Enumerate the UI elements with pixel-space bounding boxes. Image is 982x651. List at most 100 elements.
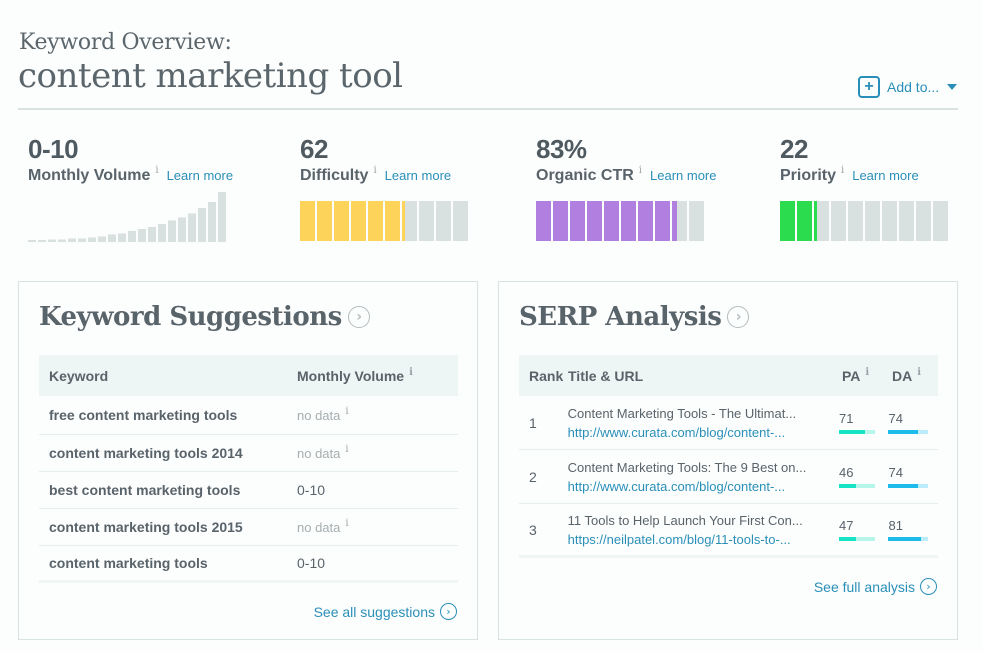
keyword-suggestions-title[interactable]: Keyword Suggestions ›	[39, 302, 370, 332]
rank-cell: 1	[529, 414, 537, 431]
learn-more-link[interactable]: Learn more	[385, 168, 451, 183]
table-row[interactable]: best content marketing tools 0-10	[39, 472, 458, 509]
da-bar	[888, 484, 929, 488]
meter-segment	[317, 201, 332, 241]
info-icon[interactable]: i	[345, 406, 348, 417]
meter-segment	[570, 201, 585, 241]
column-header-da: DA i	[892, 367, 938, 384]
da-value: 74	[888, 465, 903, 480]
result-url-link[interactable]: http://www.curata.com/blog/content-...	[568, 423, 839, 442]
volume-cell: no data i	[287, 406, 349, 423]
volume-trend-bar	[58, 239, 66, 242]
keyword-cell[interactable]: content marketing tools 2014	[39, 445, 287, 461]
keyword-cell[interactable]: free content marketing tools	[39, 407, 287, 423]
info-icon[interactable]: i	[841, 165, 844, 176]
volume-trend-bar	[118, 233, 126, 242]
meter-segment	[385, 201, 400, 241]
see-all-suggestions-link[interactable]: See all suggestions ›	[314, 603, 457, 620]
info-icon[interactable]: i	[917, 367, 921, 378]
column-header-pa: PA i	[842, 367, 892, 384]
da-cell: 74	[888, 465, 938, 488]
info-icon[interactable]: i	[155, 165, 158, 176]
volume-trend-bar	[148, 227, 156, 242]
da-bar-fill	[888, 484, 919, 488]
meter-segment	[402, 201, 417, 241]
volume-trend-bar	[78, 238, 86, 242]
meter-segment	[300, 201, 315, 241]
result-url-link[interactable]: https://neilpatel.com/blog/11-tools-to-.…	[568, 530, 839, 549]
pa-bar-fill	[838, 430, 865, 434]
add-to-label: Add to...	[887, 79, 940, 95]
meter-segment	[933, 201, 948, 241]
pa-bar	[838, 537, 875, 541]
column-header-label: PA	[842, 367, 861, 384]
meter-segment-fill	[351, 201, 366, 241]
info-icon[interactable]: i	[373, 165, 376, 176]
info-icon[interactable]: i	[345, 444, 348, 455]
volume-value: 0-10	[297, 482, 326, 498]
meter-segment-fill	[780, 201, 795, 241]
volume-trend-bar	[208, 202, 216, 242]
link-label: See all suggestions	[313, 603, 435, 620]
meter-segment	[899, 201, 914, 241]
meter-segment-fill	[797, 201, 812, 241]
see-full-analysis-link[interactable]: See full analysis ›	[814, 578, 937, 595]
serp-analysis-title[interactable]: SERP Analysis ›	[519, 302, 750, 332]
info-icon[interactable]: i	[865, 367, 869, 378]
pa-value: 46	[838, 465, 854, 480]
chevron-right-circle-icon[interactable]: ›	[727, 306, 750, 328]
meter-segment	[780, 201, 795, 241]
meter-segment	[453, 201, 468, 241]
meter-segment	[587, 201, 602, 241]
meter-segment	[334, 201, 349, 241]
table-row[interactable]: content marketing tools 2014 no data i	[39, 435, 458, 472]
add-to-button[interactable]: + Add to...	[858, 76, 958, 98]
table-row[interactable]: content marketing tools 2015 no data i	[39, 509, 458, 546]
title-url-cell: 11 Tools to Help Launch Your First Con..…	[568, 511, 839, 549]
meter-segment	[797, 201, 812, 241]
keyword-suggestions-panel: Keyword Suggestions › Keyword Monthly Vo…	[18, 281, 478, 640]
column-header-label: DA	[892, 367, 913, 384]
learn-more-link[interactable]: Learn more	[167, 168, 233, 183]
volume-trend-bar	[128, 231, 136, 242]
metric-name: Priority	[780, 167, 837, 184]
organic-ctr-meter	[536, 201, 704, 241]
volume-trend-bar	[138, 229, 146, 242]
pa-cell: 71	[838, 411, 889, 434]
keyword-cell[interactable]: content marketing tools	[39, 555, 287, 571]
volume-trend-bar	[158, 224, 166, 242]
metric-organic-ctr: 83% Organic CTR i Learn more	[536, 134, 716, 185]
panel-title-text: SERP Analysis	[519, 302, 722, 332]
meter-segment-fill	[300, 201, 315, 241]
column-header-label: Monthly Volume	[297, 367, 405, 384]
chevron-right-circle-icon: ›	[920, 578, 937, 595]
volume-cell: 0-10	[287, 482, 325, 498]
volume-trend-bar	[38, 240, 46, 242]
meter-segment-fill	[334, 201, 349, 241]
da-bar-fill	[888, 537, 921, 541]
column-header-title-url: Title & URL	[568, 367, 644, 384]
keyword-cell[interactable]: best content marketing tools	[39, 482, 287, 498]
table-body: free content marketing tools no data i cont…	[39, 396, 458, 583]
column-header-rank: Rank	[529, 367, 564, 384]
table-row[interactable]: free content marketing tools no data i	[39, 396, 458, 435]
keyword-title: content marketing tool	[18, 56, 403, 96]
meter-segment	[689, 201, 704, 241]
volume-trend-bar	[198, 208, 206, 242]
chevron-right-circle-icon[interactable]: ›	[347, 306, 370, 328]
result-url-link[interactable]: http://www.curata.com/blog/content-...	[568, 477, 839, 496]
table-row[interactable]: content marketing tools 0-10	[39, 546, 458, 583]
table-row: 3 11 Tools to Help Launch Your First Con…	[519, 504, 938, 558]
rank-cell: 3	[529, 521, 537, 538]
meter-segment	[638, 201, 653, 241]
table-row: 1 Content Marketing Tools - The Ultimat.…	[519, 396, 938, 450]
info-icon[interactable]: i	[409, 367, 413, 378]
info-icon[interactable]: i	[345, 518, 348, 529]
metric-monthly-volume: 0-10 Monthly Volume i Learn more	[28, 134, 233, 185]
keyword-cell[interactable]: content marketing tools 2015	[39, 519, 287, 535]
learn-more-link[interactable]: Learn more	[852, 168, 918, 183]
learn-more-link[interactable]: Learn more	[650, 168, 716, 183]
column-header-monthly-volume: Monthly Volume i	[287, 367, 413, 384]
info-icon[interactable]: i	[639, 165, 642, 176]
volume-cell: 0-10	[287, 555, 325, 571]
